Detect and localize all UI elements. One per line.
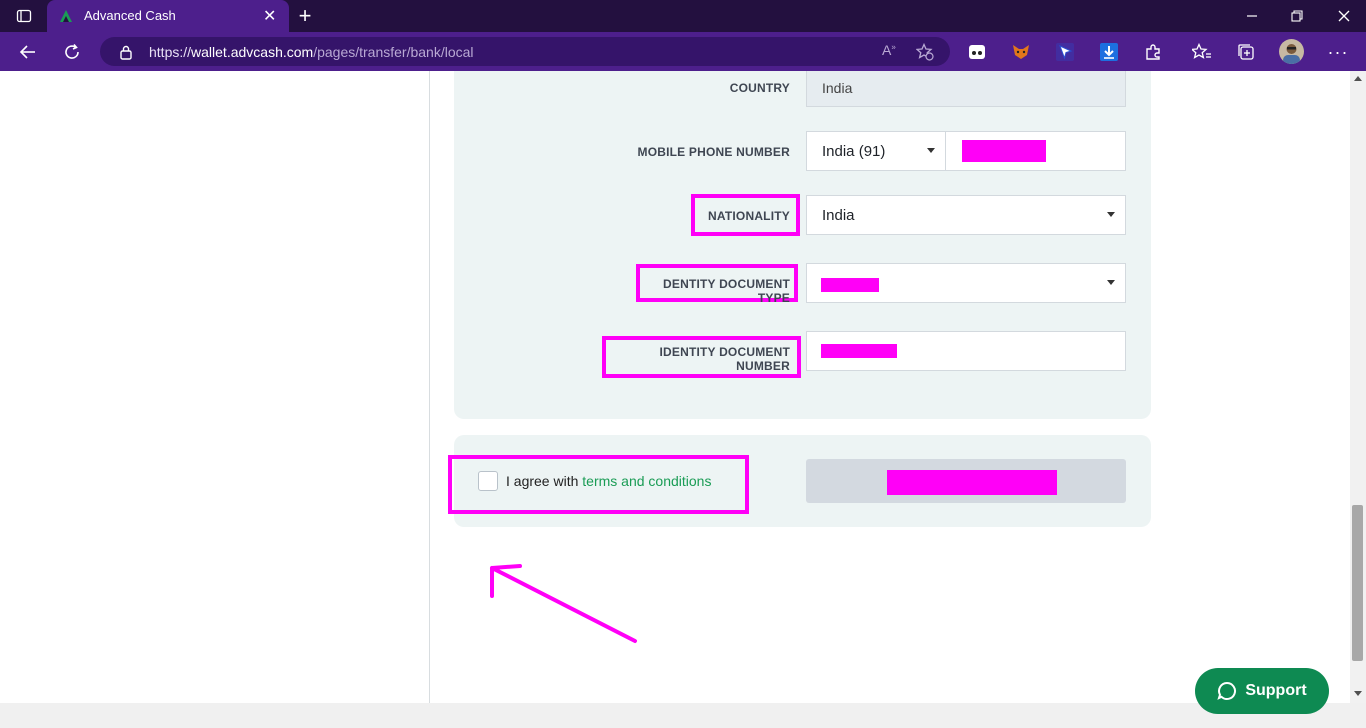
identity-document-type-select[interactable] <box>806 263 1126 303</box>
country-value: India <box>822 80 853 96</box>
url-prefix: https:// <box>149 44 192 60</box>
chevron-down-icon <box>927 148 935 153</box>
identity-document-number-label: IDENTITY DOCUMENT NUMBER <box>659 345 790 373</box>
download-icon[interactable] <box>1098 41 1120 63</box>
terms-link[interactable]: terms and conditions <box>582 473 711 489</box>
phone-number-input[interactable] <box>945 131 1126 171</box>
extension-game-icon[interactable] <box>966 41 988 63</box>
redacted-document-type <box>821 278 879 292</box>
address-bar[interactable]: https://wallet.advcash.com/pages/transfe… <box>100 37 950 66</box>
identity-document-type-label: DENTITY DOCUMENT TYPE <box>663 277 790 305</box>
mobile-phone-label: MOBILE PHONE NUMBER <box>637 145 790 159</box>
redacted-document-number <box>821 344 897 358</box>
phone-country-code-value: India (91) <box>822 143 886 160</box>
terms-checkbox[interactable] <box>478 471 498 491</box>
support-label: Support <box>1245 682 1307 699</box>
browser-navbar: https://wallet.advcash.com/pages/transfe… <box>0 32 1366 71</box>
url-text: https://wallet.advcash.com/pages/transfe… <box>149 44 474 60</box>
browser-tab[interactable]: Advanced Cash ✕ <box>47 0 289 32</box>
country-label: COUNTRY <box>729 81 790 95</box>
tab-close-icon[interactable]: ✕ <box>263 6 276 26</box>
nationality-select[interactable]: India <box>806 195 1126 235</box>
extension-cursor-icon[interactable] <box>1054 41 1076 63</box>
chevron-down-icon <box>1107 212 1115 217</box>
redacted-phone-number <box>962 140 1046 162</box>
url-host: wallet.advcash.com <box>191 44 314 60</box>
back-arrow-icon[interactable] <box>10 32 46 71</box>
sidebar-divider <box>429 71 430 703</box>
minimize-icon[interactable] <box>1230 0 1274 32</box>
terms-agreement-text: I agree with terms and conditions <box>506 473 711 489</box>
restore-icon[interactable] <box>1275 0 1319 32</box>
advcash-favicon-icon <box>60 10 72 22</box>
identity-document-number-input[interactable] <box>806 331 1126 371</box>
redacted-button-label <box>887 470 1057 495</box>
terms-prefix: I agree with <box>506 473 583 489</box>
window-close-icon[interactable] <box>1322 0 1366 32</box>
submit-button[interactable] <box>806 459 1126 503</box>
collections-icon[interactable] <box>1235 41 1257 63</box>
scrollbar-thumb[interactable] <box>1352 505 1363 661</box>
favorites-icon[interactable] <box>1191 41 1213 63</box>
country-field: India <box>806 71 1126 107</box>
tab-actions-icon[interactable] <box>2 0 46 32</box>
metamask-fox-icon[interactable] <box>1010 41 1032 63</box>
read-aloud-icon[interactable]: A» <box>882 42 896 58</box>
browser-titlebar: Advanced Cash ✕ + <box>0 0 1366 32</box>
new-tab-icon[interactable]: + <box>283 0 327 32</box>
nationality-value: India <box>822 207 855 224</box>
favorite-add-icon[interactable] <box>916 43 934 61</box>
refresh-icon[interactable] <box>54 32 90 71</box>
horizontal-scroll-area <box>0 703 1366 728</box>
more-menu-icon[interactable]: ··· <box>1327 41 1349 63</box>
chat-bubble-icon <box>1217 681 1237 700</box>
nationality-label: NATIONALITY <box>708 209 790 223</box>
url-path: /pages/transfer/bank/local <box>313 44 474 60</box>
extensions-puzzle-icon[interactable] <box>1142 41 1164 63</box>
support-button[interactable]: Support <box>1195 668 1329 714</box>
annotation-arrow-icon <box>490 564 637 643</box>
tab-title: Advanced Cash <box>84 8 176 23</box>
chevron-down-icon <box>1107 280 1115 285</box>
lock-icon <box>120 45 132 60</box>
page-scrollbar[interactable] <box>1350 71 1366 703</box>
profile-avatar[interactable] <box>1279 39 1304 64</box>
page-content: COUNTRY India MOBILE PHONE NUMBER India … <box>0 71 1350 703</box>
phone-country-code-select[interactable]: India (91) <box>806 131 946 171</box>
